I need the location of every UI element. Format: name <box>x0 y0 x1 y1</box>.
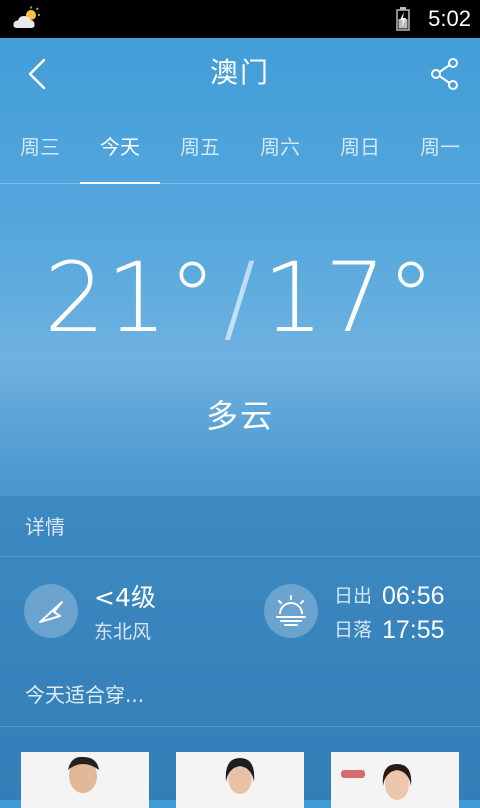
cloud-sun-icon <box>12 6 42 32</box>
tab-monday[interactable]: 周一 <box>400 134 480 160</box>
top-bar: 澳门 <box>0 38 480 110</box>
details-title: 详情 <box>25 515 65 539</box>
high-temperature: 21° <box>44 242 218 354</box>
day-tabs: 周三 今天 周五 周六 周日 周一 <box>0 110 480 184</box>
sunrise-label: 日出 <box>334 585 373 607</box>
status-bar: 5:02 <box>0 0 480 38</box>
divider <box>0 556 480 557</box>
wind-direction: 东北风 <box>94 621 152 643</box>
tab-saturday[interactable]: 周六 <box>240 134 320 160</box>
temperature-range: 21°/17° <box>0 238 480 358</box>
sunrise-icon <box>264 584 318 638</box>
divider <box>0 726 480 727</box>
wind-level: <4级 <box>94 583 156 612</box>
city-title: 澳门 <box>209 56 270 89</box>
battery-charging-icon <box>396 7 410 31</box>
tab-wednesday[interactable]: 周三 <box>0 134 80 160</box>
clothing-title: 今天适合穿... <box>25 683 145 707</box>
temperature-separator: / <box>223 242 257 354</box>
low-temperature: 17° <box>262 242 436 354</box>
status-time: 5:02 <box>428 6 471 31</box>
tab-friday[interactable]: 周五 <box>160 134 240 160</box>
share-icon[interactable] <box>428 56 462 92</box>
divider <box>0 183 480 184</box>
tab-sunday[interactable]: 周日 <box>320 134 400 160</box>
wind-icon <box>24 584 78 638</box>
sunset-label: 日落 <box>334 619 373 641</box>
details-panel: 详情 <4级 东北风 日出 06:56 日落 17:55 今天适合穿... <box>0 496 480 808</box>
sunrise-time: 06:56 <box>382 582 445 610</box>
tab-today[interactable]: 今天 <box>80 134 160 160</box>
weather-condition: 多云 <box>205 397 274 435</box>
sunset-time: 17:55 <box>382 616 445 644</box>
